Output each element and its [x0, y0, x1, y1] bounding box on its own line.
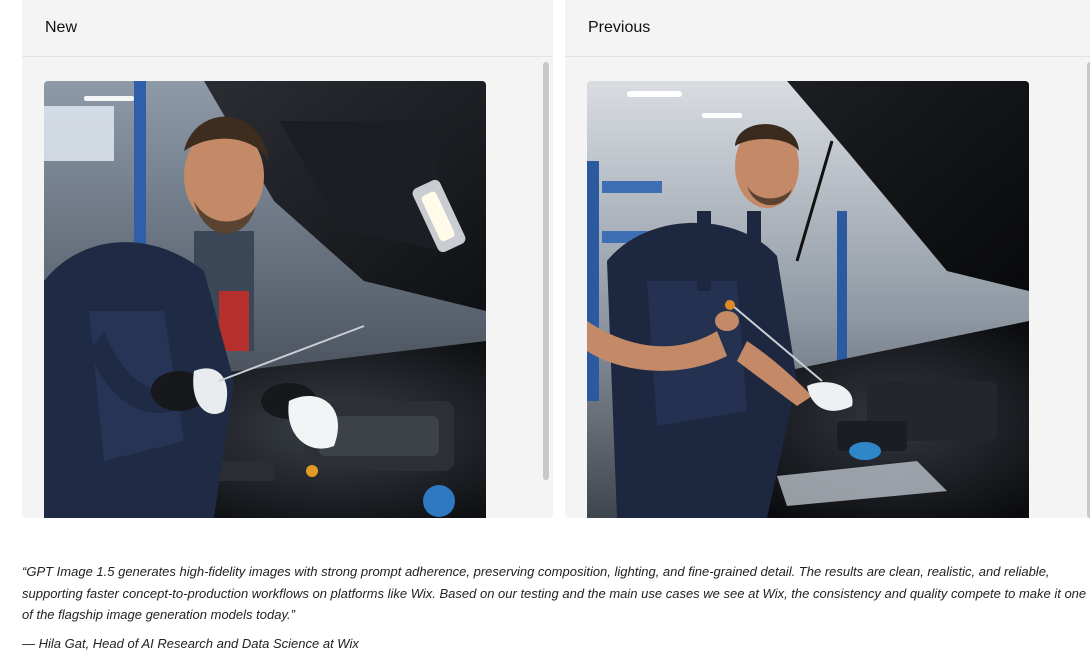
previous-panel-title: Previous: [565, 0, 1090, 57]
new-mechanic-illustration: [44, 81, 486, 518]
comparison-page: New Previous “GPT Image 1.5 generates hi…: [0, 0, 1090, 671]
new-panel-scrollbar[interactable]: [543, 62, 549, 480]
previous-mechanic-illustration: [587, 81, 1029, 518]
new-image-panel: New: [22, 0, 553, 518]
testimonial-quote: “GPT Image 1.5 generates high-fidelity i…: [22, 564, 1087, 622]
previous-mechanic-image: [587, 81, 1029, 518]
new-panel-title: New: [22, 0, 553, 57]
testimonial-attribution: — Hila Gat, Head of AI Research and Data…: [22, 636, 359, 651]
previous-image-panel: Previous: [565, 0, 1090, 518]
new-mechanic-image: [44, 81, 486, 518]
